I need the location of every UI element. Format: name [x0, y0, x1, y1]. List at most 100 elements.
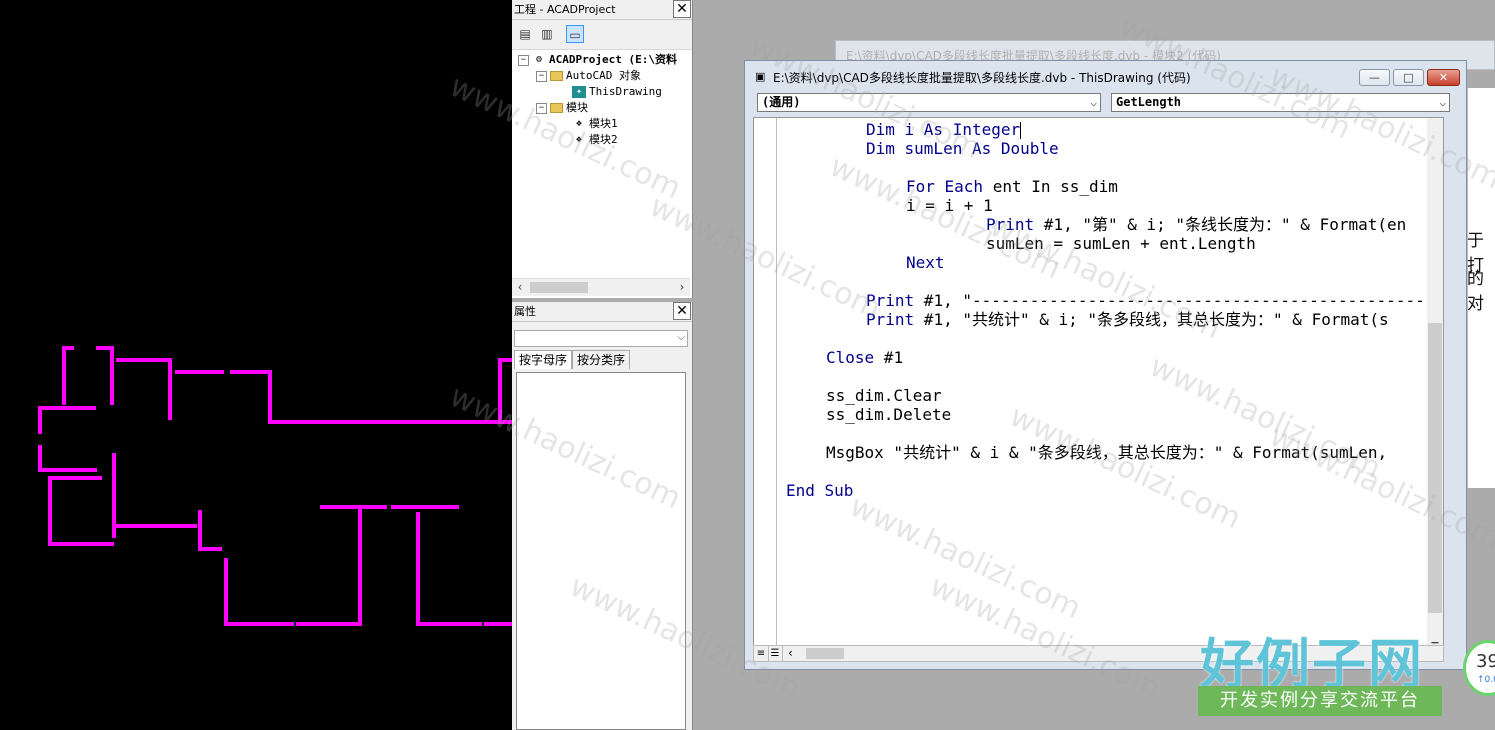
code-line[interactable]: Dim i As Integer — [866, 120, 1022, 139]
tree-item-this-drawing-label: ThisDrawing — [589, 85, 662, 98]
folder-icon — [550, 103, 563, 113]
code-line[interactable]: Close #1 — [826, 348, 903, 367]
code-editor[interactable]: Dim i As Integer Dim sumLen As Double Fo… — [753, 117, 1444, 649]
project-close-button[interactable]: ✕ — [673, 0, 691, 18]
object-select-combo[interactable]: ⌵ — [514, 330, 688, 347]
tree-item-module2-label: 模块2 — [589, 133, 618, 146]
code-line[interactable]: ss_dim.Clear — [826, 386, 942, 405]
code-text: MsgBox "共统计" & i & "条多段线，其总长度为：" & Forma… — [826, 443, 1388, 462]
code-line[interactable]: For Each ent In ss_dim — [906, 177, 1118, 196]
toggle-folders-icon[interactable]: ▭ — [566, 25, 584, 43]
code-text: #1, "共统计" & i; "条多段线，其总长度为：" & Format(s — [914, 310, 1389, 329]
project-hscrollbar[interactable]: ‹ › — [512, 278, 690, 296]
maximize-button[interactable]: □ — [1393, 69, 1424, 86]
code-text: sumLen = sumLen + ent.Length — [986, 234, 1256, 253]
properties-title: 属性 ✕ — [512, 302, 692, 322]
code-lines[interactable]: Dim i As Integer Dim sumLen As Double Fo… — [754, 118, 1443, 648]
tree-item-module1[interactable]: ❖ 模块1 — [572, 116, 618, 132]
scroll-right-icon[interactable]: › — [674, 279, 690, 296]
code-line[interactable]: End Sub — [786, 481, 853, 500]
code-keyword: Print — [866, 310, 915, 329]
collapse-icon[interactable]: − — [536, 102, 547, 114]
code-line[interactable]: Dim sumLen As Double — [866, 139, 1059, 158]
code-keyword: Close — [826, 348, 875, 367]
background-text-2: 的对 — [1467, 269, 1484, 314]
tree-item-module1-label: 模块1 — [589, 117, 618, 130]
view-object-icon[interactable]: ▥ — [538, 25, 556, 43]
code-keyword: For Each — [906, 177, 984, 196]
minimize-button[interactable]: — — [1359, 69, 1390, 86]
code-text: i = i + 1 — [906, 196, 993, 215]
code-line[interactable]: Print #1, "共统计" & i; "条多段线，其总长度为：" & For… — [866, 310, 1389, 329]
tree-item-root[interactable]: − ⚙ ACADProject (E:\资料 — [518, 52, 677, 68]
code-vscrollbar[interactable]: ▔ ▁ — [1427, 118, 1443, 648]
code-text: ent In ss_dim — [983, 177, 1118, 196]
code-line[interactable]: MsgBox "共统计" & i & "条多段线，其总长度为：" & Forma… — [826, 443, 1387, 462]
chevron-down-icon[interactable]: ⌵ — [1090, 94, 1097, 111]
full-module-view-icon[interactable]: ☰ — [768, 646, 783, 661]
code-line[interactable]: i = i + 1 — [906, 196, 993, 215]
code-text: #1, "第" & i; "条线长度为：" & Format(en — [1034, 215, 1407, 234]
chevron-down-icon[interactable]: ⌵ — [677, 332, 685, 343]
code-line[interactable]: sumLen = sumLen + ent.Length — [986, 234, 1256, 253]
module-icon: ❖ — [575, 118, 583, 129]
code-text: ss_dim.Clear — [826, 386, 942, 405]
code-keyword: Print — [866, 291, 915, 310]
tree-item-module2[interactable]: ❖ 模块2 — [572, 132, 618, 148]
code-keyword: End Sub — [786, 481, 854, 500]
tree-item-modules-label: 模块 — [566, 101, 588, 114]
close-button[interactable]: ✕ — [1427, 69, 1460, 86]
tree-item-modules[interactable]: − 模块 — [536, 100, 588, 116]
collapse-icon[interactable]: − — [536, 70, 547, 82]
view-code-icon[interactable]: ▤ — [516, 25, 534, 43]
code-keyword: Dim sumLen As Double — [866, 139, 1059, 158]
text-cursor — [1020, 122, 1022, 139]
properties-tabs: 按字母序 按分类序 — [514, 350, 631, 369]
scroll-left-icon[interactable]: ‹ — [788, 646, 793, 661]
property-grid[interactable] — [516, 372, 686, 730]
code-keyword: Next — [906, 253, 945, 272]
speed-badge-sub: ↑0.0 — [1477, 675, 1495, 685]
tree-item-autocad-objects[interactable]: − AutoCAD 对象 — [536, 68, 641, 84]
project-explorer-title-text: 工程 - ACADProject — [514, 3, 616, 16]
code-line[interactable]: Print #1, "第" & i; "条线长度为：" & Format(en — [986, 215, 1406, 234]
scroll-thumb[interactable] — [530, 282, 588, 293]
scroll-thumb[interactable] — [1428, 323, 1442, 613]
object-combo-value: (通用) — [762, 95, 801, 109]
tab-alphabetic[interactable]: 按字母序 — [514, 350, 573, 369]
site-logo-slogan: 开发实例分享交流平台 — [1198, 686, 1442, 716]
project-explorer: 工程 - ACADProject ✕ ▤ ▥ ▭ − ⚙ ACADProject (… — [512, 0, 693, 298]
scroll-left-icon[interactable]: ‹ — [512, 279, 528, 296]
code-window-titlebar[interactable]: ▣ E:\资料\dvp\CAD多段线长度批量提取\多段线长度.dvb - Thi… — [745, 61, 1466, 89]
tree-item-autocad-objects-label: AutoCAD 对象 — [566, 69, 641, 82]
code-line[interactable]: ss_dim.Delete — [826, 405, 951, 424]
properties-close-button[interactable]: ✕ — [673, 302, 691, 320]
scroll-thumb[interactable] — [806, 648, 844, 659]
vba-app-icon: ▣ — [755, 70, 766, 83]
cad-drawing-canvas[interactable] — [0, 0, 512, 730]
procedure-combo[interactable]: GetLength ⌵ — [1111, 93, 1450, 112]
speed-badge-number: 39 — [1476, 651, 1495, 672]
scroll-up-icon[interactable]: ▔ — [1427, 118, 1443, 132]
object-combo[interactable]: (通用) ⌵ — [757, 93, 1101, 112]
collapse-icon[interactable]: − — [518, 54, 529, 66]
project-icon: ⚙ — [535, 54, 543, 65]
polyline-drawing — [38, 346, 512, 626]
module-icon: ❖ — [575, 134, 583, 145]
code-window: ▣ E:\资料\dvp\CAD多段线长度批量提取\多段线长度.dvb - Thi… — [744, 60, 1467, 670]
code-text: #1 — [874, 348, 904, 367]
chevron-down-icon[interactable]: ⌵ — [1439, 94, 1446, 111]
code-keyword: Print — [986, 215, 1035, 234]
procedure-combo-value: GetLength — [1116, 95, 1182, 109]
properties-title-text: 属性 — [514, 305, 536, 318]
site-logo: 好例子网 开发实例分享交流平台 — [1198, 620, 1443, 720]
code-line[interactable]: Print #1, "-----------------------------… — [866, 291, 1443, 310]
tab-categorized[interactable]: 按分类序 — [572, 350, 631, 369]
folder-icon — [550, 71, 563, 81]
code-text: ss_dim.Delete — [826, 405, 952, 424]
tree-item-this-drawing[interactable]: ✦ ThisDrawing — [572, 84, 662, 100]
code-line[interactable]: Next — [906, 253, 945, 272]
project-toolbar: ▤ ▥ ▭ — [512, 20, 692, 50]
procedure-view-icon[interactable]: ≡ — [754, 646, 769, 661]
code-keyword: Dim i As Integer — [866, 120, 1021, 139]
